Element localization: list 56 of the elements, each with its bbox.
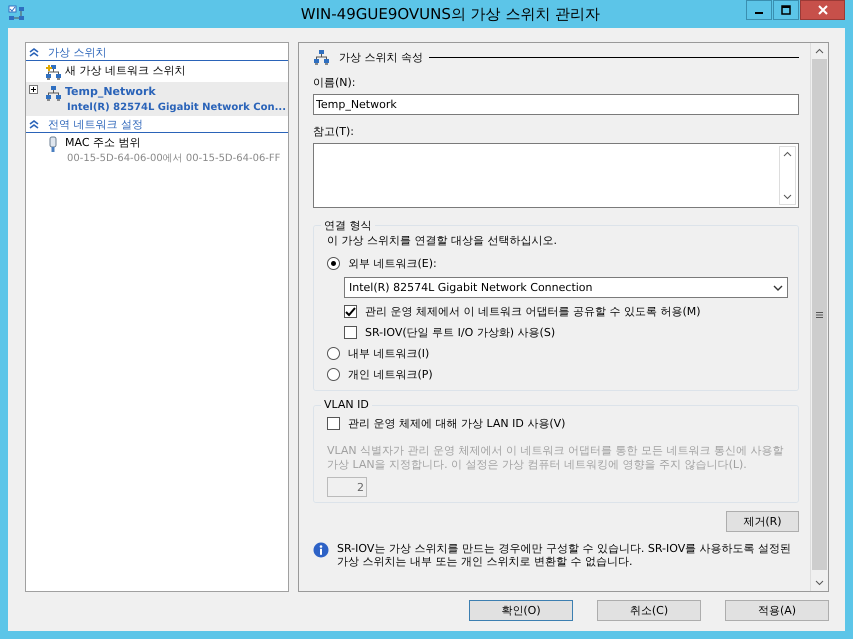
dialog-button[interactable]: 적용(A) [725, 600, 829, 621]
dialog-button[interactable]: 확인(O) [469, 600, 573, 621]
checkbox-label[interactable]: 관리 운영 체제에서 이 네트워크 어댑터를 공유할 수 있도록 허용(M) [365, 304, 701, 319]
info-text: SR-IOV는 가상 스위치를 만드는 경우에만 구성할 수 있습니다. SR-IOV를 사용하도록 설정된 가상 스위치는 내부 또는 개인 스위치로 변환할 수 없습니다. [337, 542, 792, 568]
radio-button[interactable] [327, 347, 340, 360]
minimize-button[interactable] [746, 0, 772, 20]
sidebar-item[interactable]: MAC 주소 범위 00-15-5D-64-06-00에서 00-15-5D-64-06-FF [26, 133, 288, 167]
scroll-down-icon [783, 194, 792, 200]
scroll-down-icon [815, 580, 824, 586]
close-button[interactable] [800, 0, 845, 20]
close-icon [816, 4, 828, 16]
checkbox-label[interactable]: SR-IOV(단일 루트 I/O 가상화) 사용(S) [365, 325, 556, 340]
section-title: 가상 스위치 속성 [339, 50, 423, 64]
radio-label[interactable]: 외부 네트워크(E): [348, 256, 437, 271]
expand-box-icon [29, 85, 38, 94]
dialog-button[interactable]: 취소(C) [597, 600, 701, 621]
name-field[interactable]: Temp_Network [313, 94, 799, 115]
item-detail: Intel(R) 82574L Gigabit Network Con... [67, 101, 286, 115]
scroll-up-icon [783, 151, 792, 157]
scrollbar[interactable] [810, 43, 828, 591]
new-switch-icon [45, 64, 62, 81]
scroll-up-icon [815, 48, 824, 54]
grip-icon [816, 312, 823, 318]
checkmark-icon [345, 306, 356, 316]
radio-button[interactable] [327, 257, 340, 270]
field-label: 이름(N): [313, 75, 357, 90]
notes-field[interactable] [313, 143, 799, 208]
instruction-text: 이 가상 스위치를 연결할 대상을 선택하십시오. [327, 233, 558, 248]
info-icon [313, 542, 329, 558]
checkbox[interactable] [344, 305, 357, 318]
network-switch-icon [45, 85, 62, 102]
remove-button[interactable]: 제거(R) [726, 511, 799, 532]
sidebar-item[interactable]: 새 가상 네트워크 스위치 [26, 61, 288, 82]
radio-label[interactable]: 내부 네트워크(I) [348, 346, 430, 361]
description-text: VLAN 식별자가 관리 운영 체제에서 이 네트워크 어댑터를 통한 모든 네트워크 통신에 사용할 가상 LAN을 지정합니다. 이 설정은 가상 컴퓨터 네트워킹에 영향을 주지 않습니다(L). [327, 444, 785, 472]
app-icon [8, 5, 26, 23]
group-title: VLAN ID [321, 398, 372, 411]
item-label: Temp_Network [65, 84, 157, 100]
section-title: 전역 네트워크 설정 [48, 116, 143, 132]
sidebar-item[interactable]: Temp_Network Intel(R) 82574L Gigabit Network Con... [26, 82, 288, 116]
scrollbar[interactable] [779, 146, 796, 205]
adapter-dropdown[interactable]: Intel(R) 82574L Gigabit Network Connection [344, 277, 788, 298]
maximize-icon [781, 5, 791, 15]
item-label: MAC 주소 범위 [65, 135, 142, 151]
item-detail: 00-15-5D-64-06-00에서 00-15-5D-64-06-FF [67, 152, 280, 166]
radio-button[interactable] [327, 368, 340, 381]
group-title: 연결 형식 [321, 218, 374, 233]
network-switch-icon [313, 48, 330, 66]
item-label: 새 가상 네트워크 스위치 [65, 63, 186, 79]
field-label: 참고(T): [313, 124, 356, 139]
checkbox[interactable] [344, 326, 357, 339]
section-title: 가상 스위치 [48, 44, 106, 60]
window-title: WIN-49GUE9OVUNS의 가상 스위치 관리자 [300, 4, 602, 24]
maximize-button[interactable] [773, 0, 799, 20]
minimize-icon [755, 12, 763, 14]
radio-label[interactable]: 개인 네트워크(P) [348, 367, 433, 382]
